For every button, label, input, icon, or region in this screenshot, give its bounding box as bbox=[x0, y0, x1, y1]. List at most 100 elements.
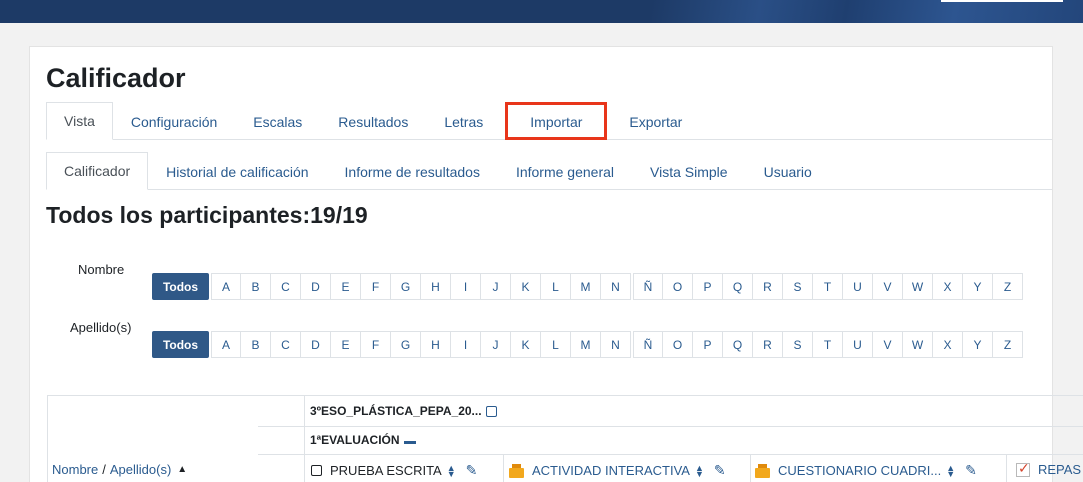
grade-item-name[interactable]: ACTIVIDAD INTERACTIVA bbox=[532, 463, 690, 478]
tab-informe-resultados[interactable]: Informe de resultados bbox=[327, 152, 498, 190]
last-filter-letter[interactable]: Z bbox=[993, 331, 1023, 358]
first-filter-todos-button[interactable]: Todos bbox=[152, 273, 209, 300]
edit-pencil-icon[interactable]: ✎ bbox=[965, 462, 977, 479]
first-filter-letter[interactable]: C bbox=[271, 273, 301, 300]
sort-icon[interactable]: ▲ ▼ bbox=[447, 463, 456, 478]
last-filter-letter[interactable]: X bbox=[933, 331, 963, 358]
first-filter-letter[interactable]: W bbox=[903, 273, 933, 300]
first-filter-letter[interactable]: E bbox=[331, 273, 361, 300]
first-filter-letter[interactable]: Q bbox=[723, 273, 753, 300]
last-filter-letter[interactable]: N bbox=[601, 331, 631, 358]
row-divider bbox=[258, 454, 1083, 455]
navbar-button[interactable] bbox=[941, 0, 1063, 2]
activity-icon bbox=[509, 463, 524, 478]
first-filter-letter[interactable]: L bbox=[541, 273, 571, 300]
first-filter-letter[interactable]: Z bbox=[993, 273, 1023, 300]
last-filter-letter[interactable]: J bbox=[481, 331, 511, 358]
last-filter-letter[interactable]: T bbox=[813, 331, 843, 358]
tab-resultados[interactable]: Resultados bbox=[320, 102, 426, 140]
sort-icon[interactable]: ▲ ▼ bbox=[946, 463, 955, 478]
last-filter-letter[interactable]: K bbox=[511, 331, 541, 358]
first-filter-letter[interactable]: N bbox=[601, 273, 631, 300]
last-filter-letter[interactable]: I bbox=[451, 331, 481, 358]
tab-historial[interactable]: Historial de calificación bbox=[148, 152, 326, 190]
grade-item-name[interactable]: REPAS bbox=[1038, 462, 1081, 477]
top-navbar bbox=[0, 0, 1083, 23]
edit-pencil-icon[interactable]: ✎ bbox=[466, 462, 478, 479]
collapse-minus-icon[interactable] bbox=[403, 440, 416, 444]
first-filter-letter[interactable]: X bbox=[933, 273, 963, 300]
first-filter-letter[interactable]: S bbox=[783, 273, 813, 300]
first-filter-letter[interactable]: H bbox=[421, 273, 451, 300]
tab-vista[interactable]: Vista bbox=[46, 102, 113, 140]
checkbox-icon bbox=[311, 465, 322, 476]
last-filter-letter[interactable]: M bbox=[571, 331, 601, 358]
last-filter-letter[interactable]: P bbox=[693, 331, 723, 358]
first-filter-letter[interactable]: J bbox=[481, 273, 511, 300]
tab-usuario[interactable]: Usuario bbox=[746, 152, 830, 190]
tab-letras[interactable]: Letras bbox=[426, 102, 501, 140]
tab-vista-simple[interactable]: Vista Simple bbox=[632, 152, 746, 190]
tab-informe-general[interactable]: Informe general bbox=[498, 152, 632, 190]
first-filter-letter[interactable]: D bbox=[301, 273, 331, 300]
last-filter-letter[interactable]: W bbox=[903, 331, 933, 358]
tab-calificador[interactable]: Calificador bbox=[46, 152, 149, 190]
last-name-filter-label: Apellido(s) bbox=[70, 320, 132, 335]
last-filter-letter[interactable]: U bbox=[843, 331, 873, 358]
sort-by-first-name-link[interactable]: Nombre bbox=[52, 462, 98, 477]
primary-tabs: Vista Configuración Escalas Resultados L… bbox=[46, 102, 1052, 140]
tab-exportar[interactable]: Exportar bbox=[611, 102, 700, 140]
first-filter-letter[interactable]: R bbox=[753, 273, 783, 300]
course-category-label: 3ºESO_PLÁSTICA_PEPA_20... bbox=[310, 404, 482, 418]
participants-heading: Todos los participantes:19/19 bbox=[46, 202, 368, 228]
last-filter-letter[interactable]: R bbox=[753, 331, 783, 358]
sort-by-last-name-link[interactable]: Apellido(s) bbox=[110, 462, 171, 477]
first-filter-letter[interactable]: P bbox=[693, 273, 723, 300]
tab-importar[interactable]: Importar bbox=[505, 102, 608, 140]
col-divider bbox=[503, 454, 504, 482]
last-filter-letter[interactable]: H bbox=[421, 331, 451, 358]
last-filter-letter[interactable]: A bbox=[211, 331, 241, 358]
grade-item-name[interactable]: CUESTIONARIO CUADRI... bbox=[778, 463, 941, 478]
sort-icon[interactable]: ▲ ▼ bbox=[695, 463, 704, 478]
first-filter-letter[interactable]: A bbox=[211, 273, 241, 300]
assignment-icon bbox=[1016, 460, 1030, 477]
tab-escalas[interactable]: Escalas bbox=[235, 102, 320, 140]
category-collapse-checkbox[interactable] bbox=[485, 405, 497, 417]
last-filter-letter[interactable]: E bbox=[331, 331, 361, 358]
last-filter-letter[interactable]: D bbox=[301, 331, 331, 358]
col-divider bbox=[750, 454, 751, 482]
first-filter-letter[interactable]: U bbox=[843, 273, 873, 300]
first-filter-letter[interactable]: K bbox=[511, 273, 541, 300]
last-filter-letter[interactable]: Q bbox=[723, 331, 753, 358]
edit-pencil-icon[interactable]: ✎ bbox=[714, 462, 726, 479]
first-filter-letter[interactable]: O bbox=[663, 273, 693, 300]
sort-asc-icon: ▲ bbox=[177, 464, 188, 475]
last-filter-letter[interactable]: O bbox=[663, 331, 693, 358]
evaluation-category-header: 1ªEVALUACIÓN bbox=[310, 433, 416, 447]
last-filter-letter[interactable]: Y bbox=[963, 331, 993, 358]
first-filter-letter[interactable]: B bbox=[241, 273, 271, 300]
evaluation-category-label: 1ªEVALUACIÓN bbox=[310, 433, 400, 447]
first-filter-letter[interactable]: T bbox=[813, 273, 843, 300]
first-filter-letter[interactable]: M bbox=[571, 273, 601, 300]
last-filter-letter[interactable]: G bbox=[391, 331, 421, 358]
last-filter-letter[interactable]: Ñ bbox=[633, 331, 663, 358]
first-filter-letter[interactable]: F bbox=[361, 273, 391, 300]
first-filter-letter[interactable]: G bbox=[391, 273, 421, 300]
last-filter-letter[interactable]: F bbox=[361, 331, 391, 358]
last-filter-letter[interactable]: V bbox=[873, 331, 903, 358]
first-filter-letter[interactable]: Y bbox=[963, 273, 993, 300]
last-filter-letter[interactable]: C bbox=[271, 331, 301, 358]
tab-configuracion[interactable]: Configuración bbox=[113, 102, 235, 140]
page-title: Calificador bbox=[46, 63, 186, 93]
last-filter-letter[interactable]: S bbox=[783, 331, 813, 358]
last-filter-letter[interactable]: L bbox=[541, 331, 571, 358]
first-filter-letter[interactable]: V bbox=[873, 273, 903, 300]
first-name-filter-label: Nombre bbox=[78, 262, 125, 277]
last-filter-todos-button[interactable]: Todos bbox=[152, 331, 209, 358]
first-filter-letter[interactable]: Ñ bbox=[633, 273, 663, 300]
last-filter-letter[interactable]: B bbox=[241, 331, 271, 358]
course-category-header: 3ºESO_PLÁSTICA_PEPA_20... bbox=[310, 404, 497, 418]
first-filter-letter[interactable]: I bbox=[451, 273, 481, 300]
